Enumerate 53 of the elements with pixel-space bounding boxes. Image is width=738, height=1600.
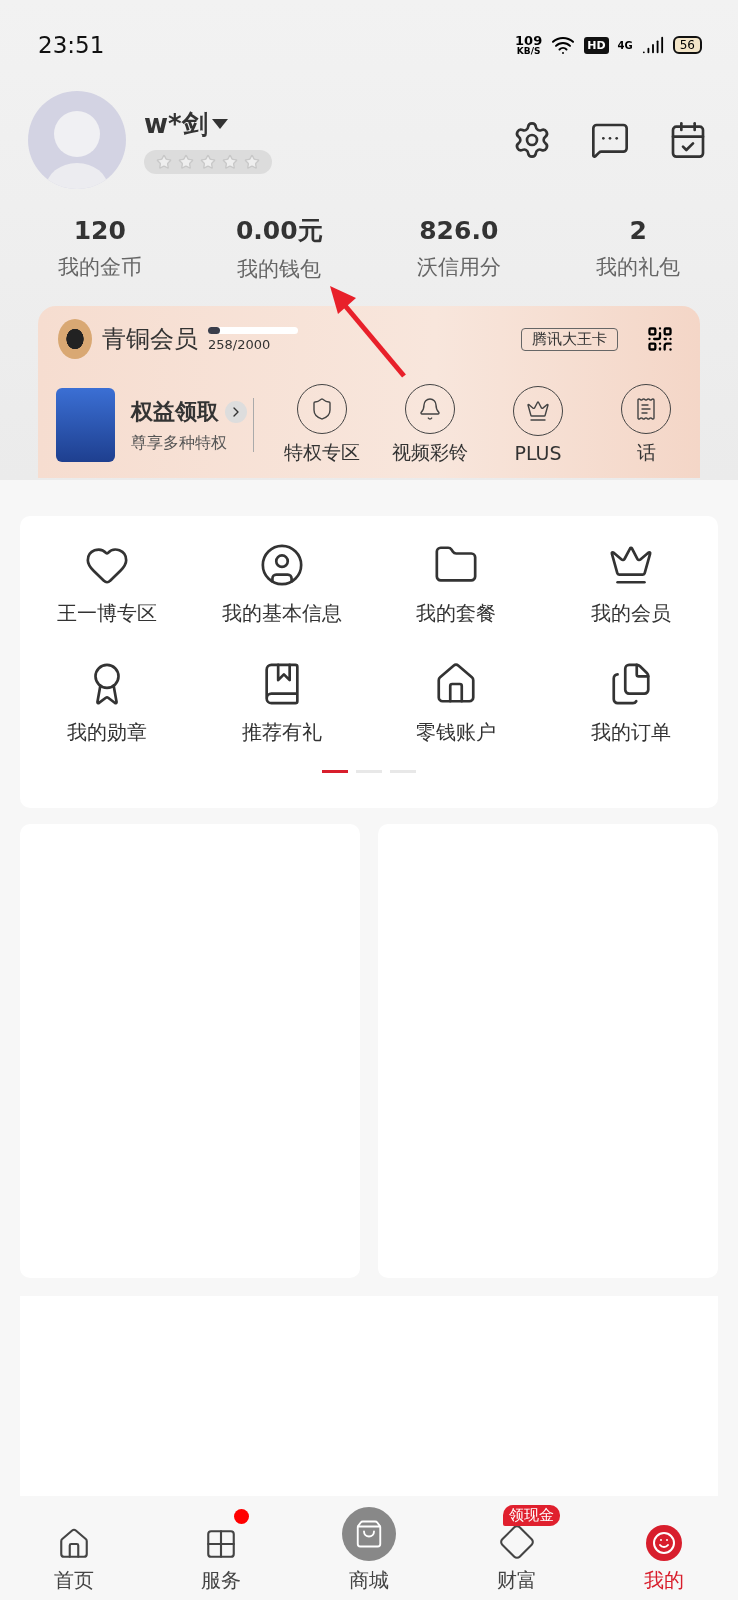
user-name[interactable]: w*剑 [144, 106, 494, 142]
tab[interactable]: 领现金 财富 [442, 1505, 591, 1600]
menu-item[interactable]: 我的勋章 [20, 661, 195, 746]
star-icon [244, 153, 260, 170]
receipt-icon[interactable] [621, 384, 671, 434]
privilege-label[interactable]: 视频彩铃 [392, 440, 468, 466]
smile-icon [646, 1525, 683, 1561]
member-level: 青铜会员 [102, 324, 198, 355]
stat-label[interactable]: 沃信用分 [416, 252, 501, 281]
menu-item[interactable]: 零钱账户 [369, 661, 544, 746]
bell-icon[interactable] [405, 384, 455, 434]
speed-unit: KB/S [516, 47, 541, 56]
diamond-icon [497, 1523, 536, 1561]
menu-item[interactable]: 推荐有礼 [194, 661, 369, 746]
medal-icon [58, 319, 92, 359]
progress-text: 258/2000 [208, 336, 272, 352]
stat-value[interactable]: 826.0 [419, 215, 499, 245]
battery-indicator: 56 [672, 36, 702, 54]
stat-label[interactable]: 我的礼包 [596, 252, 681, 281]
network-speed: 109 [515, 34, 543, 47]
stat-value[interactable]: 2 [629, 215, 647, 245]
tab[interactable]: 首页 [0, 1505, 148, 1600]
crown-icon[interactable] [513, 386, 563, 436]
privilege-label[interactable]: 特权专区 [284, 440, 360, 466]
network-type: 4G [617, 39, 633, 51]
tab[interactable]: 我的 [590, 1505, 738, 1600]
chevron-right-icon [224, 400, 247, 423]
privilege-label[interactable]: PLUS [514, 442, 562, 464]
tab[interactable]: 商城 [295, 1505, 443, 1600]
star-icon [178, 153, 194, 170]
qr-code-icon[interactable] [646, 325, 674, 353]
menu-item[interactable]: 我的套餐 [369, 542, 544, 627]
status-time: 23:51 [38, 32, 105, 58]
star-icon [222, 153, 238, 170]
menu-item[interactable]: 我的基本信息 [194, 542, 369, 627]
stat-value[interactable]: 0.00元 [235, 213, 323, 247]
tab[interactable]: 服务 [147, 1505, 296, 1600]
hd-indicator: HD [584, 36, 609, 54]
stat-value[interactable]: 120 [73, 215, 126, 245]
promo-badge: 领现金 [502, 1505, 560, 1526]
menu-item[interactable]: 王一博专区 [20, 542, 195, 627]
caret-icon [209, 117, 230, 131]
benefits-title[interactable]: 权益领取 [130, 396, 250, 427]
menu-item[interactable]: 我的订单 [543, 661, 718, 746]
star-icon [156, 153, 172, 170]
privilege-label[interactable]: 话 [636, 440, 656, 466]
card-tag: 腾讯大王卡 [521, 327, 618, 351]
star-icon [200, 153, 216, 170]
stat-label[interactable]: 我的金币 [57, 252, 142, 281]
signal-icon [641, 34, 664, 56]
stat-label[interactable]: 我的钱包 [237, 254, 322, 283]
menu-item[interactable]: 我的会员 [543, 542, 718, 627]
benefits-subtitle: 尊享多种特权 [130, 432, 228, 454]
